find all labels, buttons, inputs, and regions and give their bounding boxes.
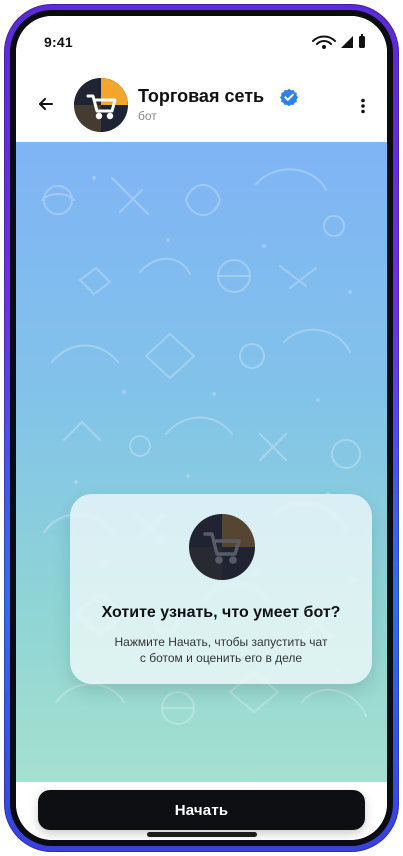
phone-device: 9:41 Торговая сеть бот Хотите узнать, чт… [4,4,399,852]
more-vert-icon [361,98,365,114]
phone-screen: 9:41 Торговая сеть бот Хотите узнать, чт… [16,16,387,840]
card-description: Нажмите Начать, чтобы запустить чат с бо… [114,635,328,665]
shopping-cart-icon [189,514,255,580]
pattern-doodles [41,168,367,725]
status-bar: 9:41 [16,16,387,60]
back-arrow-icon [39,98,53,110]
battery-icon [359,34,365,48]
status-time: 9:41 [44,34,73,50]
start-button-label: Начать [174,801,229,819]
home-indicator [147,832,257,837]
card-title: Хотите узнать, что умеет бот? [101,604,341,621]
bot-info-card: Хотите узнать, что умеет бот? Нажмите На… [70,494,372,684]
chat-header: Торговая сеть бот [16,60,387,143]
shopping-cart-avatar-icon [74,78,128,132]
bottom-action-area: Начать [16,782,387,840]
chat-title-block[interactable]: Торговая сеть бот [138,86,348,126]
start-button[interactable]: Начать [38,790,365,830]
bot-avatar[interactable] [74,78,128,132]
signal-icon [341,36,353,48]
verified-badge-icon [280,88,298,106]
card-bot-icon [189,514,255,580]
phone-bezel: 9:41 Торговая сеть бот Хотите узнать, чт… [10,10,393,846]
chat-subtitle: бот [138,109,157,123]
chat-background: Хотите узнать, что умеет бот? Нажмите На… [16,142,387,782]
status-icons [312,34,365,49]
more-menu-button[interactable] [349,92,377,120]
chat-title: Торговая сеть [138,86,265,106]
wifi-icon [312,35,336,49]
back-button[interactable] [32,90,60,118]
